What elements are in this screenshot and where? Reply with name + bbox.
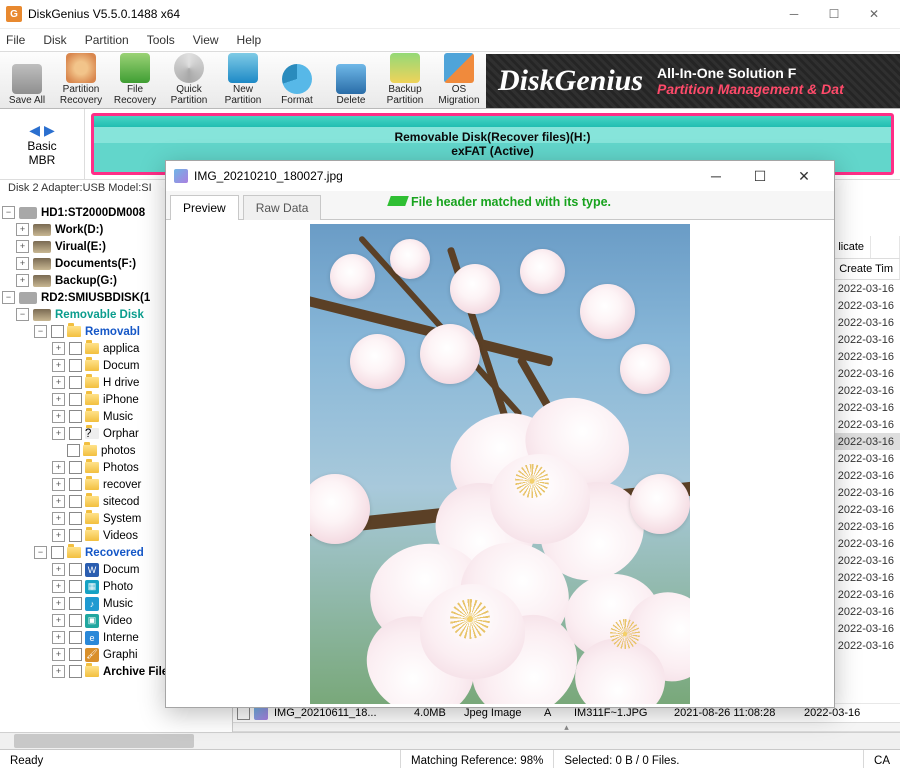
expand-toggle[interactable]: + — [52, 495, 65, 508]
menu-tools[interactable]: Tools — [147, 33, 175, 47]
tab-raw-data[interactable]: Raw Data — [243, 195, 322, 220]
menu-help[interactable]: Help — [237, 33, 262, 47]
splitter-icon[interactable]: ▴ — [233, 722, 900, 732]
expand-toggle[interactable]: + — [16, 274, 29, 287]
expand-toggle[interactable]: + — [16, 257, 29, 270]
col-duplicate[interactable]: licate — [832, 236, 871, 258]
preview-close-button[interactable]: ✕ — [782, 162, 826, 190]
preview-minimize-button[interactable]: ─ — [694, 162, 738, 190]
expand-toggle[interactable]: + — [52, 563, 65, 576]
expand-toggle[interactable]: + — [52, 393, 65, 406]
menu-file[interactable]: File — [6, 33, 25, 47]
minimize-button[interactable]: ─ — [774, 0, 814, 28]
brand-banner: DiskGenius All-In-One Solution FPartitio… — [486, 54, 900, 108]
expand-toggle[interactable]: + — [52, 512, 65, 525]
expand-toggle[interactable]: + — [52, 665, 65, 678]
expand-toggle[interactable]: − — [34, 325, 47, 338]
expand-toggle[interactable]: + — [52, 342, 65, 355]
tb-save-all[interactable]: Save All — [0, 52, 54, 108]
expand-toggle[interactable]: + — [52, 614, 65, 627]
preview-titlebar[interactable]: IMG_20210210_180027.jpg ─ ☐ ✕ — [166, 161, 834, 191]
tb-partition-recovery[interactable]: Partition Recovery — [54, 52, 108, 108]
preview-title: IMG_20210210_180027.jpg — [194, 169, 343, 183]
preview-body — [166, 220, 834, 707]
expand-toggle[interactable]: + — [52, 648, 65, 661]
menu-disk[interactable]: Disk — [43, 33, 66, 47]
maximize-button[interactable]: ☐ — [814, 0, 854, 28]
menu-view[interactable]: View — [193, 33, 219, 47]
expand-toggle[interactable]: + — [16, 223, 29, 236]
partition-fs: exFAT (Active) — [451, 144, 533, 158]
tb-new-partition[interactable]: New Partition — [216, 52, 270, 108]
window-title: DiskGenius V5.5.0.1488 x64 — [28, 7, 180, 21]
preview-maximize-button[interactable]: ☐ — [738, 162, 782, 190]
status-ready: Ready — [0, 750, 401, 768]
tb-format[interactable]: Format — [270, 52, 324, 108]
expand-toggle[interactable]: − — [34, 546, 47, 559]
expand-toggle[interactable]: + — [52, 478, 65, 491]
nav-arrows[interactable]: ◀ ▶ — [29, 122, 54, 139]
preview-photo — [310, 224, 690, 704]
status-selected: Selected: 0 B / 0 Files. — [554, 750, 864, 768]
image-file-icon — [254, 706, 268, 720]
status-cap: CA — [864, 750, 900, 768]
col-create-time[interactable]: Create Tim — [833, 259, 900, 279]
preview-window[interactable]: IMG_20210210_180027.jpg ─ ☐ ✕ Preview Ra… — [165, 160, 835, 708]
menu-partition[interactable]: Partition — [85, 33, 129, 47]
expand-toggle[interactable]: + — [52, 410, 65, 423]
preview-tabs: Preview Raw Data File header matched wit… — [166, 191, 834, 220]
disk-mode-label: Basic MBR — [27, 139, 56, 167]
app-icon: G — [6, 6, 22, 22]
tb-os-migration[interactable]: OS Migration — [432, 52, 486, 108]
tb-delete[interactable]: Delete — [324, 52, 378, 108]
expand-toggle[interactable]: − — [16, 308, 29, 321]
expand-toggle[interactable]: + — [52, 427, 65, 440]
expand-toggle[interactable]: + — [52, 580, 65, 593]
expand-toggle[interactable]: + — [52, 461, 65, 474]
tab-preview[interactable]: Preview — [170, 195, 239, 220]
check-icon — [387, 196, 409, 206]
expand-toggle[interactable]: + — [52, 529, 65, 542]
tb-file-recovery[interactable]: File Recovery — [108, 52, 162, 108]
expand-toggle[interactable]: + — [52, 631, 65, 644]
horizontal-scrollbar[interactable] — [0, 732, 900, 749]
expand-toggle[interactable]: + — [52, 376, 65, 389]
partition-title: Removable Disk(Recover files)(H:) — [394, 130, 590, 144]
expand-toggle[interactable]: + — [52, 359, 65, 372]
expand-toggle[interactable]: − — [2, 206, 15, 219]
menubar: File Disk Partition Tools View Help — [0, 29, 900, 51]
titlebar: G DiskGenius V5.5.0.1488 x64 ─ ☐ ✕ — [0, 0, 900, 29]
tb-quick-partition[interactable]: Quick Partition — [162, 52, 216, 108]
tb-backup-partition[interactable]: Backup Partition — [378, 52, 432, 108]
toolbar: Save All Partition Recovery File Recover… — [0, 51, 900, 109]
status-bar: Ready Matching Reference: 98% Selected: … — [0, 749, 900, 768]
expand-toggle[interactable]: + — [52, 597, 65, 610]
row-checkbox[interactable] — [237, 707, 250, 720]
image-icon — [174, 169, 188, 183]
expand-toggle[interactable]: − — [2, 291, 15, 304]
close-button[interactable]: ✕ — [854, 0, 894, 28]
expand-toggle[interactable]: + — [16, 240, 29, 253]
status-match: Matching Reference: 98% — [401, 750, 554, 768]
